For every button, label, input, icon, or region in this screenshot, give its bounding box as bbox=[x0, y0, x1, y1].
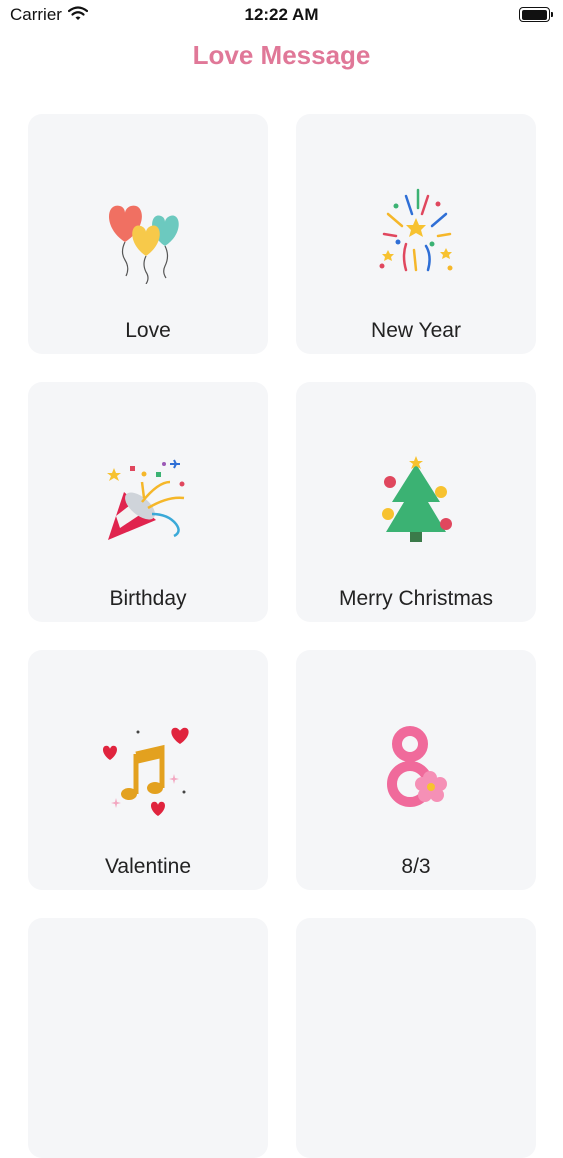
category-label: 8/3 bbox=[401, 855, 431, 878]
category-card-merry-christmas[interactable]: Merry Christmas bbox=[296, 382, 536, 622]
category-card-birthday[interactable]: Birthday bbox=[28, 382, 268, 622]
number-eight-flower-icon bbox=[387, 726, 447, 807]
battery-icon bbox=[519, 7, 553, 22]
party-popper-icon bbox=[107, 459, 185, 540]
balloons-icon bbox=[108, 205, 179, 284]
fireworks-icon bbox=[379, 188, 453, 272]
category-label: Birthday bbox=[109, 587, 187, 610]
category-card-partial-left[interactable] bbox=[28, 918, 268, 1158]
category-label: Love bbox=[125, 319, 171, 342]
christmas-tree-icon bbox=[382, 456, 452, 542]
category-card-valentine[interactable]: Valentine bbox=[28, 650, 268, 890]
category-label: Merry Christmas bbox=[338, 587, 493, 610]
page-title: Love Message bbox=[192, 40, 371, 70]
category-card-8-3[interactable]: 8/3 bbox=[296, 650, 536, 890]
status-time: 12:22 AM bbox=[244, 5, 319, 24]
category-card-new-year[interactable]: New Year bbox=[296, 114, 536, 354]
category-label: New Year bbox=[371, 319, 461, 342]
music-hearts-icon bbox=[103, 727, 189, 816]
category-card-partial-right[interactable] bbox=[296, 918, 536, 1158]
category-card-love[interactable]: Love bbox=[28, 114, 268, 354]
status-bar: Carrier 12:22 AM bbox=[0, 0, 563, 30]
category-label: Valentine bbox=[104, 855, 191, 878]
